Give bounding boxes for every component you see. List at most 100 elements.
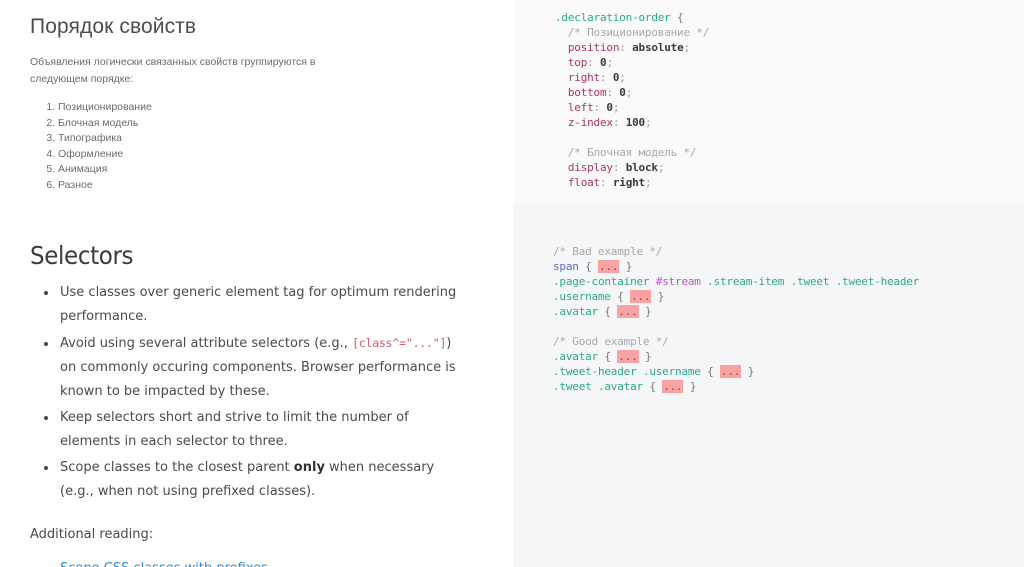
list-item: Анимация bbox=[58, 162, 483, 178]
code-token-punct: : bbox=[612, 116, 626, 129]
code-token-brace: { bbox=[610, 290, 631, 303]
code-token-ellipsis: ... bbox=[617, 350, 639, 363]
code-token-punct: : bbox=[593, 101, 607, 114]
code-token-punct: ; bbox=[606, 56, 613, 69]
rule-text: Use classes over generic element tag for… bbox=[60, 285, 457, 324]
property-order-list: ПозиционированиеБлочная модельТипографик… bbox=[30, 100, 483, 193]
code-token-punct: ; bbox=[625, 86, 633, 99]
code-token-punct: ; bbox=[644, 176, 652, 189]
rule-text: Scope classes to the closest parent bbox=[60, 460, 294, 475]
code-token-punct: : bbox=[606, 86, 620, 99]
code-token-selector: .page-container bbox=[553, 275, 656, 288]
code-token-prop: left bbox=[567, 101, 594, 114]
code-token-brace: } bbox=[651, 290, 665, 303]
code-token-ellipsis: ... bbox=[617, 305, 639, 318]
code-token-brace: } bbox=[619, 260, 633, 273]
code-token-brace: } bbox=[683, 380, 697, 393]
code-token-brace: } bbox=[638, 305, 652, 318]
code-text-examples: /* Bad example */ span { ... } .page-con… bbox=[513, 244, 1024, 394]
code-token-id: #stream bbox=[655, 275, 701, 288]
reading-link[interactable]: Scope CSS classes with prefixes bbox=[60, 561, 268, 567]
code-token-punct: : bbox=[587, 56, 600, 69]
code-token-punct: : bbox=[599, 71, 613, 84]
prose-content: Порядок свойств Объявления логически свя… bbox=[0, 0, 513, 567]
selector-rules-list: Use classes over generic element tag for… bbox=[30, 281, 483, 504]
code-token-comment: /* Блочная модель */ bbox=[567, 146, 697, 159]
additional-reading-label: Additional reading: bbox=[30, 527, 154, 542]
code-token-brace: { bbox=[700, 365, 721, 378]
code-token-prop: top bbox=[567, 56, 588, 69]
code-token-prop: right bbox=[567, 71, 600, 84]
code-token-punct: ; bbox=[657, 161, 665, 174]
code-token-value: 100 bbox=[625, 116, 645, 129]
list-item: Scope classes to the closest parent only… bbox=[58, 456, 460, 504]
code-token-selector: .stream-item .tweet .tweet-header bbox=[700, 275, 920, 288]
code-token-selector: .tweet-header .username bbox=[553, 365, 701, 378]
code-block-declaration-order: .declaration-order { /* Позиционирование… bbox=[513, 0, 1024, 204]
code-block-examples: /* Bad example */ span { ... } .page-con… bbox=[513, 204, 1024, 394]
rule-text: Avoid using several attribute selectors … bbox=[60, 336, 353, 351]
code-token-prop: float bbox=[567, 176, 600, 189]
code-token-brace: { bbox=[578, 260, 598, 273]
list-item: Позиционирование bbox=[58, 100, 483, 116]
code-token-selector: .avatar bbox=[553, 350, 598, 363]
code-token-prop: bottom bbox=[567, 86, 607, 99]
code-token-brace: { bbox=[597, 350, 618, 363]
code-token-comment: /* Позиционирование */ bbox=[567, 26, 710, 39]
code-token-selector: .tweet .avatar bbox=[553, 380, 643, 393]
emphasis-text: only bbox=[293, 460, 325, 475]
list-item: Avoid using several attribute selectors … bbox=[58, 331, 460, 404]
list-item: Use classes over generic element tag for… bbox=[58, 281, 460, 329]
code-token-brace: { bbox=[642, 380, 663, 393]
code-token-ellipsis: ... bbox=[720, 365, 742, 378]
list-item: Оформление bbox=[58, 147, 483, 163]
code-token-ellipsis: ... bbox=[597, 260, 620, 273]
code-token-punct: : bbox=[599, 176, 613, 189]
styleguide-page: Порядок свойств Объявления логически свя… bbox=[0, 0, 1024, 567]
code-token-punct: ; bbox=[683, 41, 691, 54]
code-token-value: absolute bbox=[632, 41, 684, 54]
code-token-selector: .declaration-order bbox=[555, 11, 671, 24]
code-token-value: right bbox=[612, 176, 645, 189]
selectors-section: Selectors Use classes over generic eleme… bbox=[30, 241, 483, 567]
inline-code: [class^="..."] bbox=[352, 336, 447, 350]
list-item: Keep selectors short and strive to limit… bbox=[58, 406, 460, 454]
code-token-punct: ; bbox=[644, 116, 652, 129]
intro-paragraph-ru: Объявления логически связанных свойств г… bbox=[30, 56, 316, 85]
code-token-comment: /* Bad example */ bbox=[553, 245, 663, 258]
code-token-value: block bbox=[625, 161, 658, 174]
additional-reading-list: Scope CSS classes with prefixesStop the … bbox=[30, 556, 483, 567]
rule-text: Keep selectors short and strive to limit… bbox=[60, 410, 409, 449]
code-token-punct: ; bbox=[619, 71, 626, 84]
list-item: Разное bbox=[58, 178, 483, 194]
page-title-ru: Порядок свойств bbox=[30, 15, 197, 38]
section-title-selectors: Selectors bbox=[30, 241, 134, 270]
list-item[interactable]: Scope CSS classes with prefixes bbox=[58, 556, 483, 567]
list-item: Блочная модель bbox=[58, 116, 483, 132]
code-token-selector: .username bbox=[553, 290, 611, 303]
code-token-selector: .avatar bbox=[553, 305, 598, 318]
code-token-punct: : bbox=[619, 41, 633, 54]
code-token-punct: : bbox=[612, 161, 626, 174]
code-token-brace: } bbox=[741, 365, 755, 378]
code-token-punct: ; bbox=[612, 101, 620, 114]
code-token-prop: position bbox=[567, 41, 620, 54]
code-token-ellipsis: ... bbox=[630, 290, 652, 303]
code-token-comment: /* Good example */ bbox=[553, 335, 669, 348]
code-token-brace: { bbox=[597, 305, 618, 318]
code-token-prop: z-index bbox=[567, 116, 613, 129]
prose-pane: Порядок свойств Объявления логически свя… bbox=[0, 0, 513, 567]
code-token-tag: span bbox=[553, 260, 579, 273]
code-pane: .declaration-order { /* Позиционирование… bbox=[513, 0, 1024, 567]
code-token-ellipsis: ... bbox=[662, 380, 684, 393]
list-item: Типографика bbox=[58, 131, 483, 147]
